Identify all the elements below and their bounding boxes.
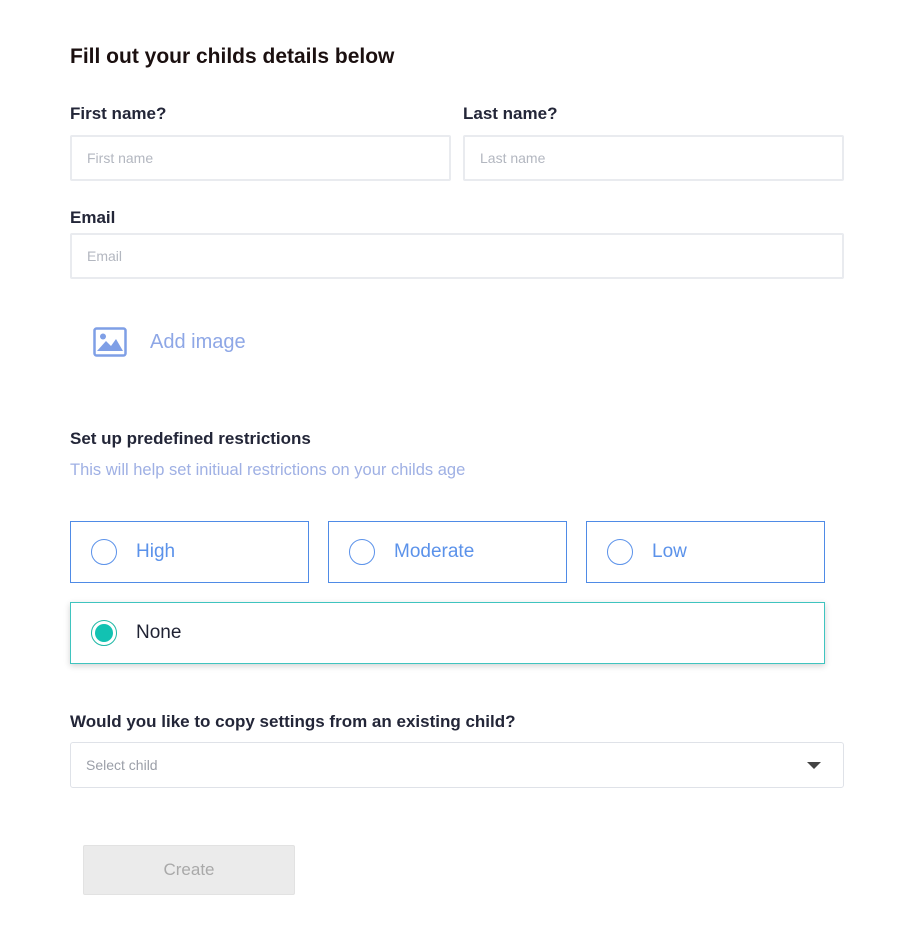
restriction-option-label: None [136,622,182,643]
restriction-option-moderate[interactable]: Moderate [328,521,567,583]
last-name-input[interactable] [463,135,844,181]
child-details-form: Fill out your childs details below First… [0,0,900,929]
first-name-label: First name? [70,104,167,123]
radio-checked-icon [91,620,117,646]
restriction-option-label: Low [652,541,687,562]
chevron-down-icon [807,761,821,769]
restriction-option-none[interactable]: None [70,602,825,664]
email-input[interactable] [70,233,844,279]
add-image-button[interactable]: Add image [93,325,246,359]
restriction-option-low[interactable]: Low [586,521,825,583]
email-label: Email [70,208,116,227]
restrictions-subtitle: This will help set initiual restrictions… [70,461,466,479]
first-name-input[interactable] [70,135,451,181]
create-button[interactable]: Create [83,845,295,895]
restrictions-title: Set up predefined restrictions [70,429,311,448]
radio-unchecked-icon [91,539,117,565]
image-icon [93,327,127,357]
restriction-option-label: High [136,541,176,562]
last-name-label: Last name? [463,104,558,123]
add-image-label: Add image [150,330,246,353]
select-child-placeholder: Select child [86,757,158,773]
radio-unchecked-icon [349,539,375,565]
page-title: Fill out your childs details below [70,45,395,68]
radio-unchecked-icon [607,539,633,565]
select-child-dropdown[interactable]: Select child [70,742,844,788]
restriction-option-label: Moderate [394,541,475,562]
copy-settings-label: Would you like to copy settings from an … [70,712,516,731]
restriction-option-high[interactable]: High [70,521,309,583]
